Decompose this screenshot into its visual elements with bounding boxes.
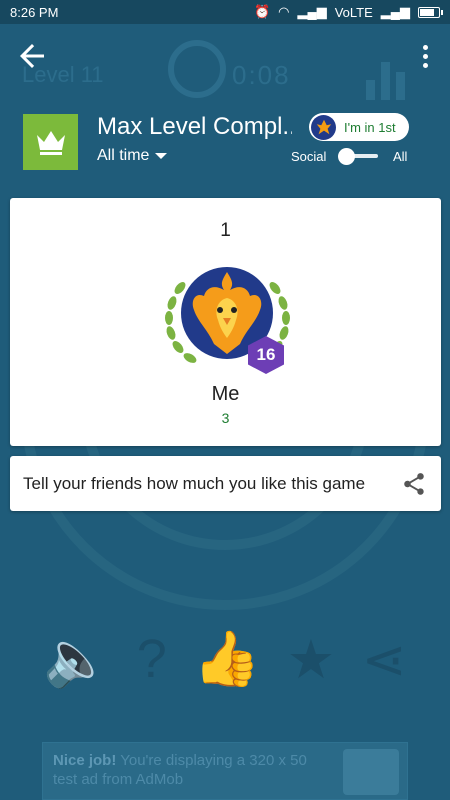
bg-ad-logo [343,749,399,795]
signal-icon: ▂▄▆ [297,4,327,19]
overflow-menu-icon [422,44,428,50]
bg-help-icon: ? [136,629,167,689]
social-label: Social [291,149,327,164]
overflow-menu-button[interactable] [410,38,440,74]
bg-bottom-icons: 🔈 ? 👍 ★ ⋖ [0,628,450,691]
player-name: Me [211,383,240,405]
network-label: VoLTE [334,4,373,20]
toggle-knob [338,148,355,165]
bg-like-icon: 👍 [193,629,261,689]
status-icons: ⏰ ◠ ▂▄▆ VoLTE ▂▄▆ [253,4,443,20]
signal-icon-2: ▂▄▆ [380,4,410,19]
status-bar: 8:26 PM ⏰ ◠ ▂▄▆ VoLTE ▂▄▆ [0,0,450,24]
bg-share-icon: ⋖ [361,630,407,690]
wifi-icon: ◠ [278,4,290,19]
toolbar [0,24,450,86]
all-label: All [393,149,408,164]
social-all-toggle[interactable] [338,148,378,166]
battery-icon [418,6,443,18]
back-arrow-icon [20,44,44,68]
alarm-icon: ⏰ [253,4,271,19]
bg-ad-banner: Nice job! You're displaying a 320 x 50 t… [42,742,408,800]
share-card[interactable]: Tell your friends how much you like this… [10,456,441,511]
chevron-down-icon [155,153,168,159]
leaderboard-entry-card[interactable]: 1 16 Me 3 [10,198,441,446]
player-score: 3 [221,410,230,426]
crown-icon [36,131,65,155]
share-text: Tell your friends how much you like this… [23,473,366,493]
bg-ad-headline: Nice job! [53,752,117,769]
leaderboard-title: Max Level Compl... [97,113,292,140]
time-filter-label: All time [97,147,150,164]
phoenix-avatar-icon [311,114,336,140]
share-icon[interactable] [401,471,427,497]
time-filter-dropdown[interactable]: All time [97,147,168,165]
bg-speaker-icon: 🔈 [43,629,111,689]
achievement-icon [23,114,78,170]
status-time: 8:26 PM [10,4,59,20]
bg-star-icon: ★ [286,630,336,690]
rank-chip[interactable]: I'm in 1st [309,113,409,141]
back-button[interactable] [14,38,50,74]
rank-number: 1 [220,220,231,241]
rank-chip-label: I'm in 1st [344,119,396,135]
